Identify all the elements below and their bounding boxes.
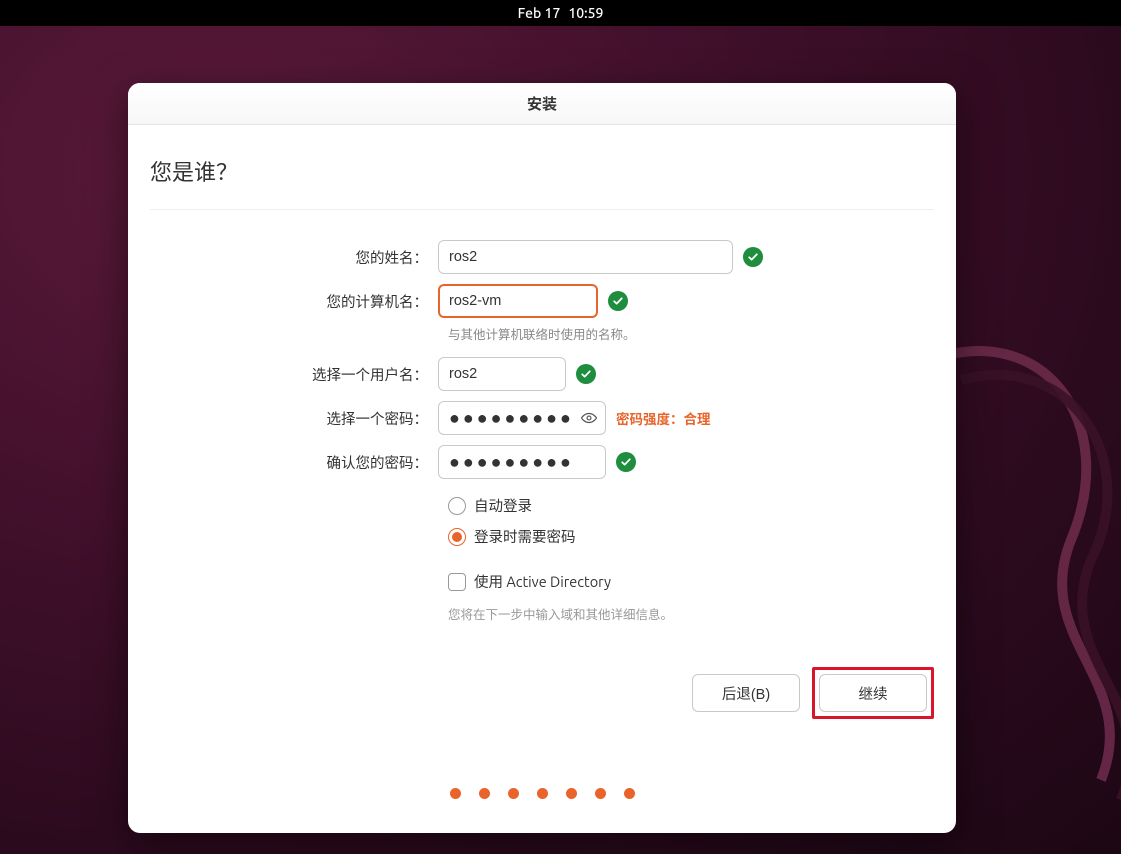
row-name: 您的姓名： [150, 240, 934, 274]
row-hostname: 您的计算机名： [150, 284, 934, 318]
dot [479, 788, 490, 799]
password-strength: 密码强度：合理 [616, 408, 711, 428]
radio-icon [448, 528, 466, 546]
heading-divider [150, 209, 934, 210]
label-username: 选择一个用户名： [150, 364, 438, 385]
login-options: 自动登录 登录时需要密码 [448, 495, 934, 547]
footer-buttons: 后退(B) 继续 [692, 667, 934, 719]
ad-option: 使用 Active Directory [448, 571, 934, 592]
check-icon [743, 247, 763, 267]
check-icon [576, 364, 596, 384]
dot [595, 788, 606, 799]
page-heading: 您是谁？ [150, 155, 934, 187]
check-icon [608, 291, 628, 311]
row-password: 选择一个密码： 密码强度：合理 [150, 401, 934, 435]
username-input[interactable] [438, 357, 566, 391]
hostname-hint: 与其他计算机联络时使用的名称。 [448, 324, 934, 343]
clock-time: 10:59 [568, 5, 603, 21]
progress-dots [128, 788, 956, 799]
clock-date: Feb 17 [518, 5, 561, 21]
back-button[interactable]: 后退(B) [692, 674, 800, 712]
installer-content: 您是谁？ 您的姓名： 您的计算机名： [128, 125, 956, 833]
row-confirm: 确认您的密码： [150, 445, 934, 479]
dot [450, 788, 461, 799]
continue-button[interactable]: 继续 [819, 674, 927, 712]
checkbox-label: 使用 Active Directory [474, 571, 611, 592]
top-panel: Feb 17 10:59 [0, 0, 1121, 26]
radio-label: 登录时需要密码 [474, 526, 576, 547]
label-password: 选择一个密码： [150, 408, 438, 429]
installer-window: 安装 您是谁？ 您的姓名： 您的计算机名： [128, 83, 956, 833]
dot [624, 788, 635, 799]
radio-icon [448, 497, 466, 515]
dot [566, 788, 577, 799]
label-name: 您的姓名： [150, 247, 438, 268]
hostname-input[interactable] [438, 284, 598, 318]
radio-require-password[interactable]: 登录时需要密码 [448, 526, 934, 547]
name-input[interactable] [438, 240, 733, 274]
radio-label: 自动登录 [474, 495, 532, 516]
radio-auto-login[interactable]: 自动登录 [448, 495, 934, 516]
checkbox-icon [448, 573, 466, 591]
user-form: 您的姓名： 您的计算机名： 与其他计算机联络时使用的名称。 [150, 240, 934, 623]
check-icon [616, 452, 636, 472]
dot [537, 788, 548, 799]
window-title: 安装 [527, 93, 557, 114]
window-titlebar: 安装 [128, 83, 956, 125]
ad-hint: 您将在下一步中输入域和其他详细信息。 [448, 604, 934, 623]
continue-highlight: 继续 [812, 667, 934, 719]
eye-icon[interactable] [580, 409, 598, 427]
label-hostname: 您的计算机名： [150, 291, 438, 312]
row-username: 选择一个用户名： [150, 357, 934, 391]
checkbox-active-directory[interactable]: 使用 Active Directory [448, 571, 934, 592]
label-confirm: 确认您的密码： [150, 452, 438, 473]
confirm-password-input[interactable] [438, 445, 606, 479]
dot [508, 788, 519, 799]
